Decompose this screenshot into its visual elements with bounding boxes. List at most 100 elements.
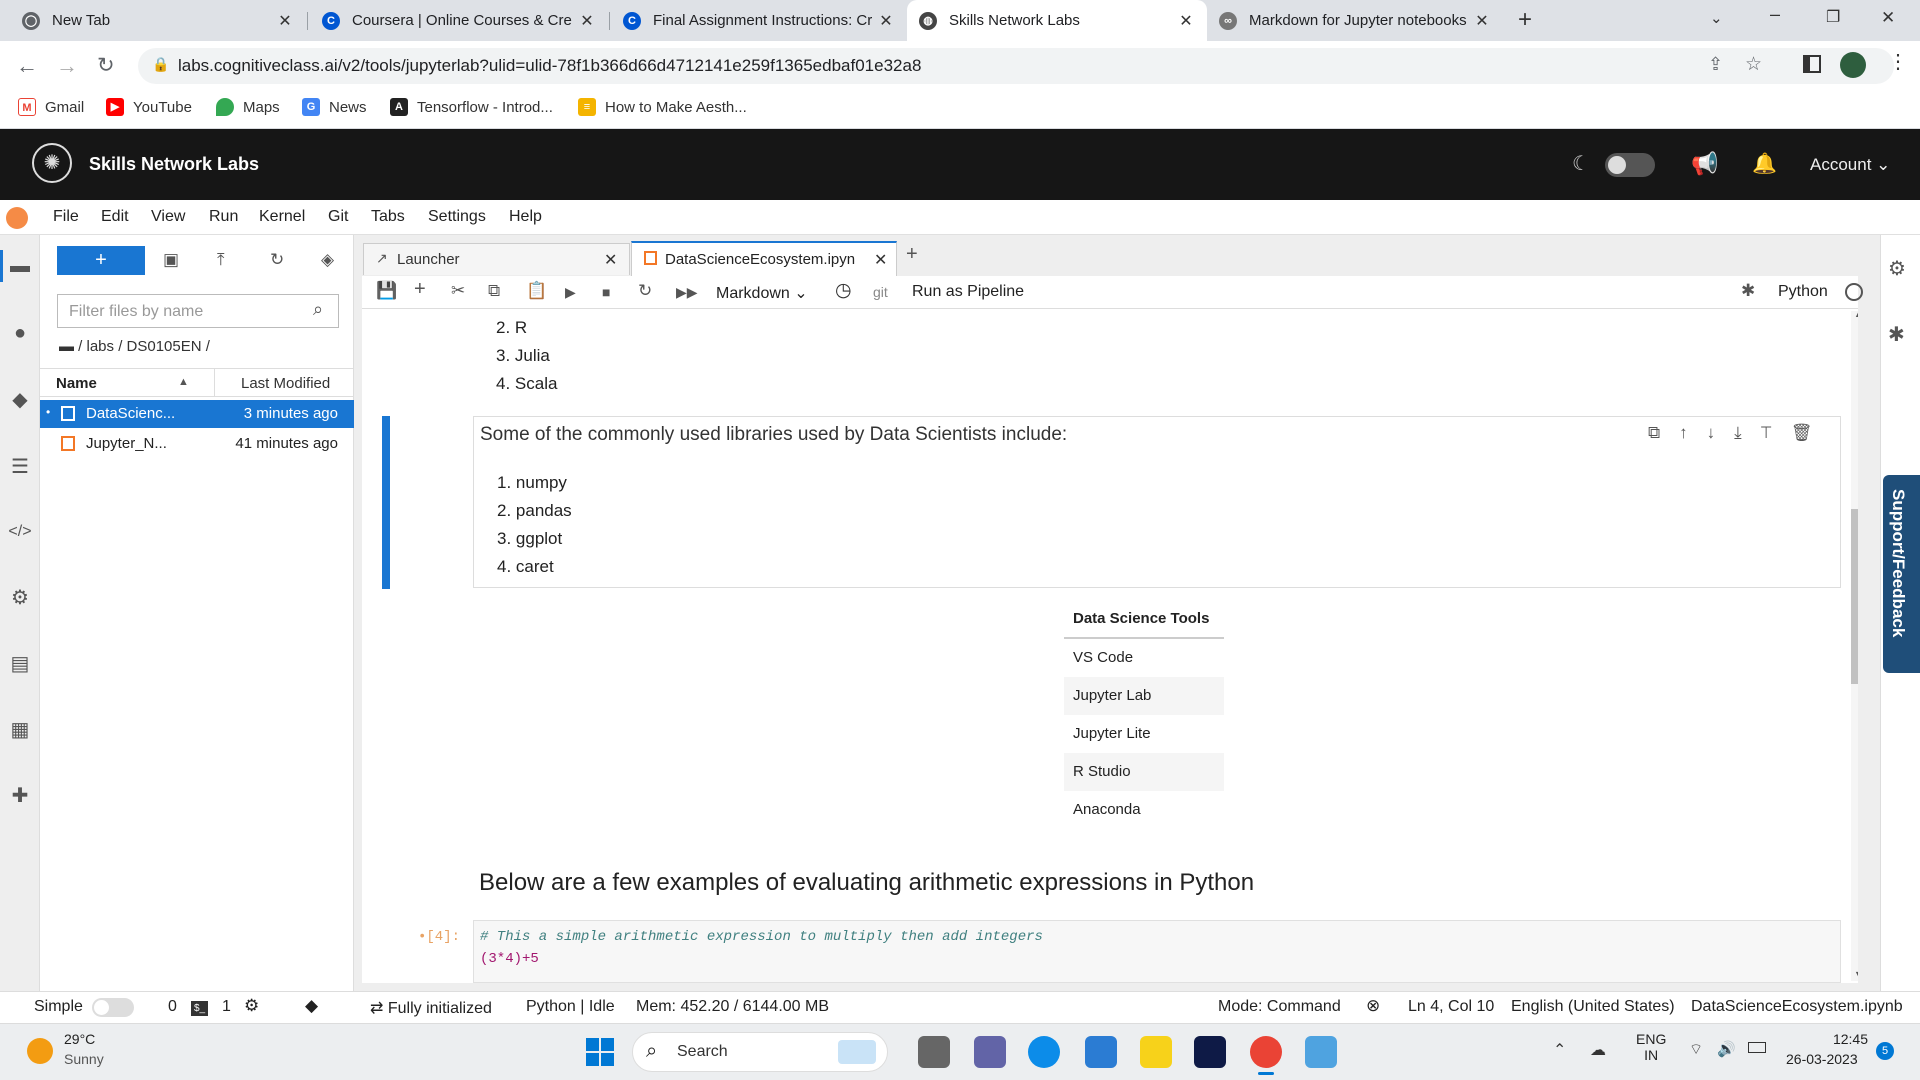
url-text[interactable]: labs.cognitiveclass.ai/v2/tools/jupyterl… (178, 56, 921, 76)
bug-icon[interactable]: ✱ (1741, 281, 1755, 301)
windows-start-icon[interactable] (586, 1038, 615, 1067)
add-tab-button[interactable]: + (906, 243, 918, 266)
bookmark-tensorflow[interactable]: A Tensorflow - Introd... (390, 98, 553, 116)
menu-view[interactable]: View (151, 208, 185, 226)
close-icon[interactable]: ✕ (1473, 11, 1491, 31)
new-tab-button[interactable]: + (1518, 6, 1532, 34)
refresh-icon[interactable]: ↻ (270, 250, 284, 270)
simple-mode-toggle[interactable] (92, 998, 134, 1017)
new-launcher-button[interactable]: + (57, 246, 145, 275)
scrollbar-thumb[interactable] (1851, 509, 1858, 684)
file-row[interactable]: • DataScienc... 3 minutes ago (40, 400, 354, 428)
run-icon[interactable]: ▶ (565, 284, 576, 301)
duplicate-cell-icon[interactable]: ⧉ (1648, 423, 1679, 442)
extensions-grid-icon[interactable]: ▦ (8, 718, 32, 742)
puzzle-icon[interactable]: ✚ (8, 784, 32, 808)
move-down-icon[interactable]: ↓ (1707, 423, 1735, 442)
trusted-icon[interactable]: ⊗ (1366, 996, 1380, 1016)
store-icon[interactable] (1085, 1036, 1117, 1068)
menu-settings[interactable]: Settings (428, 208, 486, 226)
menu-help[interactable]: Help (509, 208, 542, 226)
back-button[interactable]: ← (16, 53, 38, 79)
cell-type-select[interactable]: Markdown ⌄ (716, 283, 808, 303)
megaphone-icon[interactable]: 📢 (1691, 151, 1718, 177)
menu-run[interactable]: Run (209, 208, 238, 226)
weather-temp[interactable]: 29°C (64, 1031, 95, 1047)
edge-icon[interactable] (1028, 1036, 1060, 1068)
close-icon[interactable]: ✕ (1177, 11, 1195, 31)
close-icon[interactable]: ✕ (578, 11, 596, 31)
menu-git[interactable]: Git (328, 208, 348, 226)
star-icon[interactable]: ☆ (1745, 53, 1762, 76)
file-row[interactable]: Jupyter_N... 41 minutes ago (40, 430, 354, 458)
git-status-icon[interactable]: ◆ (305, 996, 318, 1016)
save-icon[interactable]: 💾 (376, 281, 397, 301)
browser-tab-final-assignment[interactable]: C Final Assignment Instructions: Cr ✕ (611, 0, 907, 41)
libraries-cell[interactable]: Some of the commonly used libraries used… (473, 416, 1841, 588)
insert-above-icon[interactable]: ⤓ (1734, 423, 1761, 442)
clock[interactable]: 12:45 (1812, 1031, 1868, 1047)
network-alert-icon[interactable]: ☁ (1590, 1040, 1606, 1060)
wifi-icon[interactable]: ⌔ (1689, 1040, 1703, 1059)
close-icon[interactable]: ✕ (877, 11, 895, 31)
move-up-icon[interactable]: ↑ (1679, 423, 1707, 442)
kernel-name[interactable]: Python (1778, 283, 1828, 301)
property-inspector-icon[interactable]: ⚙ (8, 586, 32, 610)
volume-icon[interactable]: 🔊 (1717, 1040, 1736, 1058)
folder-icon[interactable]: ▬ (8, 254, 32, 278)
account-menu[interactable]: Account ⌄ (1810, 155, 1890, 175)
restart-icon[interactable]: ↻ (638, 281, 652, 301)
scrollbar[interactable] (1851, 311, 1858, 981)
kernel-status[interactable]: Python | Idle (526, 998, 615, 1016)
close-icon[interactable]: ✕ (874, 250, 887, 270)
git-label[interactable]: git (873, 284, 888, 300)
run-as-pipeline-button[interactable]: Run as Pipeline (912, 283, 1024, 301)
app-icon[interactable] (1305, 1036, 1337, 1068)
insert-cell-icon[interactable]: + (414, 278, 426, 301)
maximize-button[interactable]: ❐ (1826, 7, 1840, 27)
close-window-button[interactable]: ✕ (1881, 8, 1895, 28)
bookmark-aesthetic[interactable]: ≡ How to Make Aesth... (578, 98, 747, 116)
cursor-position[interactable]: Ln 4, Col 10 (1408, 998, 1494, 1016)
close-icon[interactable]: ✕ (604, 250, 617, 270)
support-feedback-button[interactable]: Support/Feedback (1883, 475, 1920, 673)
sort-asc-icon[interactable]: ▲ (178, 376, 189, 388)
webex-icon[interactable] (1194, 1036, 1226, 1068)
notification-badge[interactable]: 5 (1876, 1042, 1894, 1060)
debugger-icon[interactable]: ✱ (1888, 322, 1905, 347)
forward-button[interactable]: → (56, 53, 78, 79)
date[interactable]: 26-03-2023 (1786, 1051, 1858, 1067)
terminal-count[interactable]: 0 (168, 998, 177, 1016)
browser-tab-markdown[interactable]: ∞ Markdown for Jupyter notebooks ✕ (1207, 0, 1503, 41)
share-icon[interactable]: ⇪ (1708, 54, 1723, 75)
weather-condition[interactable]: Sunny (64, 1051, 104, 1067)
last-modified-column-header[interactable]: Last Modified (241, 375, 330, 392)
delete-cell-icon[interactable]: 🗑 (1791, 423, 1832, 442)
kebab-menu-icon[interactable]: ⋮ (1888, 52, 1908, 72)
code-icon[interactable]: </> (8, 520, 32, 544)
menu-file[interactable]: File (53, 208, 79, 226)
omnibox[interactable]: 🔒 labs.cognitiveclass.ai/v2/tools/jupyte… (138, 48, 1894, 84)
running-icon[interactable]: ● (8, 321, 32, 345)
stop-icon[interactable]: ■ (602, 284, 610, 300)
chrome-icon[interactable] (1250, 1036, 1282, 1068)
kernel-gear-icon[interactable]: ⚙ (244, 996, 259, 1016)
tab-launcher[interactable]: ↗ Launcher ✕ (363, 243, 630, 275)
browser-tab-skills-network[interactable]: ◍ Skills Network Labs ✕ (907, 0, 1207, 41)
code-cell[interactable]: # This a simple arithmetic expression to… (473, 920, 1841, 983)
git-icon[interactable]: ◆ (8, 388, 32, 412)
spellcheck-language[interactable]: English (United States) (1511, 998, 1675, 1016)
avatar[interactable] (1840, 52, 1866, 78)
cut-icon[interactable]: ✂ (451, 281, 465, 301)
clock-icon[interactable]: ◷ (835, 279, 852, 302)
git-clone-icon[interactable]: ◈ (321, 250, 334, 270)
bookmark-gmail[interactable]: M Gmail (18, 98, 84, 116)
tray-overflow-icon[interactable]: ⌃ (1553, 1040, 1566, 1060)
task-view-icon[interactable] (918, 1036, 950, 1068)
close-icon[interactable]: ✕ (276, 11, 294, 31)
sticky-notes-icon[interactable] (1140, 1036, 1172, 1068)
theme-toggle[interactable] (1605, 153, 1655, 177)
browser-tab-new-tab[interactable]: ◯ New Tab ✕ (10, 0, 306, 41)
menu-kernel[interactable]: Kernel (259, 208, 305, 226)
bookmark-youtube[interactable]: ▶ YouTube (106, 98, 192, 116)
